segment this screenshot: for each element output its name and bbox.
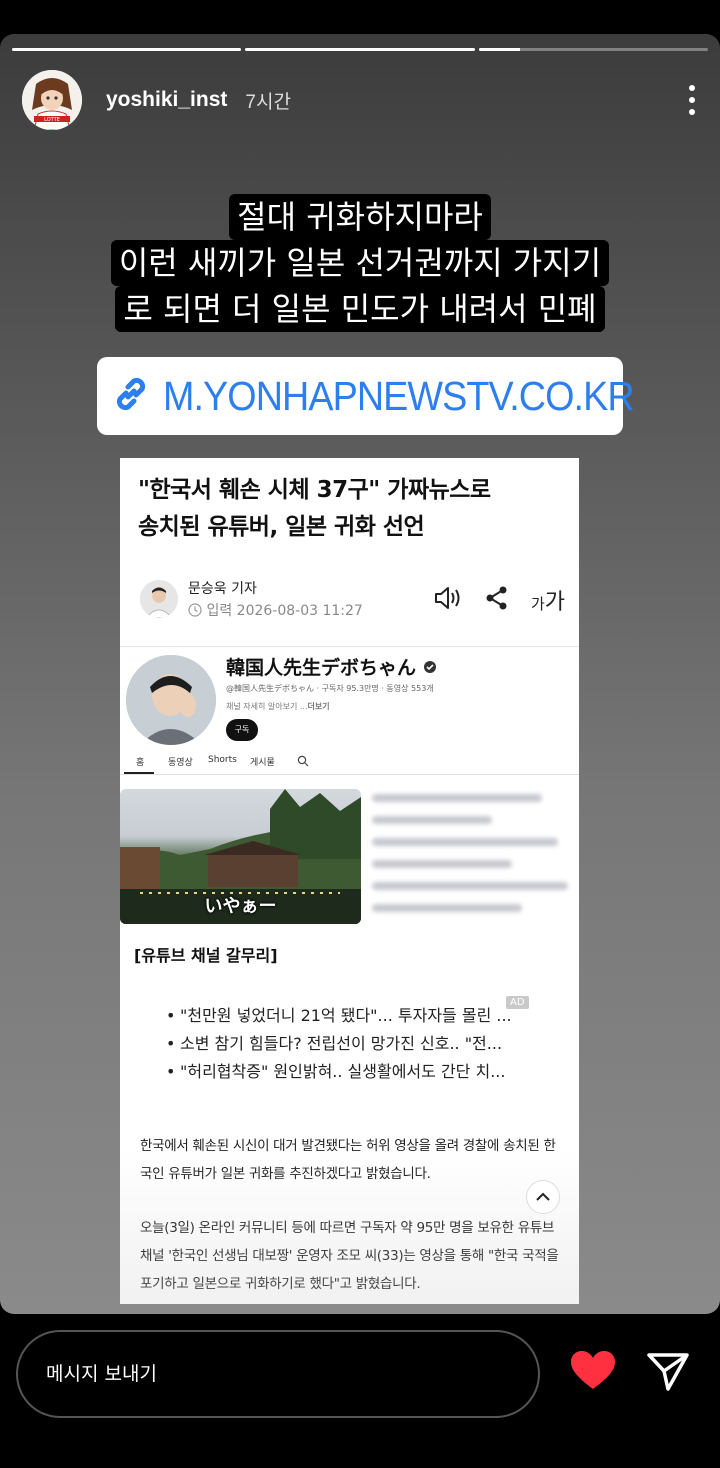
blurred-video-info (372, 794, 572, 926)
video-thumbnail: いやぁー (120, 789, 361, 924)
channel-description: 채널 자세히 알아보기 ...더보기 (226, 701, 330, 712)
channel-tabs: 홈 동영상 Shorts 게시물 (120, 755, 579, 777)
caption-line-1: 절대 귀화하지마라 (229, 194, 491, 240)
avatar-logo-text: LOTTE (44, 117, 60, 123)
related-link: 소변 참기 힘들다? 전립선이 망가진 신호.. "전... (166, 1030, 566, 1058)
font-size-big: 가 (544, 590, 565, 615)
story-caption: 절대 귀화하지마라 이런 새끼가 일본 선거권까지 가지기 로 되면 더 일본 … (0, 194, 720, 332)
channel-tab-posts: 게시물 (250, 758, 275, 768)
caption-line-2: 이런 새끼가 일본 선거권까지 가지기 (110, 240, 610, 286)
related-link: "천만원 넣었더니 21억 됐다"... 투자자들 몰린 ... (166, 1002, 566, 1030)
article-headline: "한국서 훼손 시체 37구" 가짜뉴스로 송치된 유튜버, 일본 귀화 선언 (138, 472, 558, 546)
heart-icon[interactable] (570, 1350, 616, 1394)
article-screenshot: "한국서 훼손 시체 37구" 가짜뉴스로 송치된 유튜버, 일본 귀화 선언 … (120, 458, 579, 1304)
channel-handle: @韓国人先生デボちゃん · 구독자 95.3만명 · 동영상 553개 (226, 684, 434, 693)
progress-segment-1 (12, 48, 242, 51)
font-size-small: 가 (530, 595, 545, 613)
link-sticker[interactable]: M.YONHAPNEWSTV.CO.KR (97, 357, 635, 435)
channel-title: 韓国人先生デボちゃん (226, 653, 437, 680)
reporter-row: 문승욱 기자 입력 2026-08-03 11:27 가가 (140, 574, 565, 624)
article-paragraph-1: 한국에서 훼손된 시신이 대거 발견됐다는 허위 영상을 올려 경찰에 송치된 … (140, 1132, 564, 1188)
share-icon[interactable] (485, 585, 509, 615)
reporter-avatar (140, 580, 178, 618)
more-options-icon[interactable] (686, 85, 698, 115)
channel-tab-videos: 동영상 (168, 758, 193, 768)
story-progress (12, 48, 708, 51)
chevron-up-icon (536, 1192, 550, 1201)
reply-bar: 메시지 보내기 (0, 1314, 720, 1468)
related-links: "천만원 넣었더니 21억 됐다"... 투자자들 몰린 ... 소변 참기 힘… (166, 1002, 566, 1086)
publish-date: 입력 2026-08-03 11:27 (188, 600, 363, 620)
related-link: "허리협착증" 원인밝혀.. 실생활에서도 간단 치... (166, 1058, 566, 1086)
scroll-top-button (526, 1180, 560, 1214)
send-icon[interactable] (646, 1352, 690, 1396)
progress-segment-3 (478, 48, 708, 51)
message-input[interactable]: 메시지 보내기 (16, 1330, 540, 1418)
article-tools: 가가 (433, 584, 565, 616)
channel-title-text: 韓国人先生デボちゃん (226, 657, 417, 679)
story-header: LOTTE yoshiki_inst 7시간 (22, 70, 698, 130)
channel-more-link: 더보기 (307, 702, 330, 711)
verified-icon (423, 661, 436, 673)
channel-description-text: 채널 자세히 알아보기 ... (226, 702, 308, 711)
youtube-channel-capture: 韓国人先生デボちゃん @韓国人先生デボちゃん · 구독자 95.3만명 · 동영… (120, 646, 579, 766)
subscribe-button: 구독 (226, 719, 258, 741)
font-size-button[interactable]: 가가 (531, 584, 565, 616)
avatar[interactable]: LOTTE (22, 70, 82, 130)
paragraph-line: 포기하고 일본으로 귀화하기로 했다"고 밝혔습니다. (140, 1276, 421, 1292)
paragraph-line: 채널 '한국인 선생님 대보짱' 운영자 조모 씨(33)는 영상을 통해 "한… (140, 1248, 559, 1264)
caption-line-3: 로 되면 더 일본 민도가 내려서 민폐 (115, 286, 605, 332)
article-paragraph-2: 오늘(3일) 온라인 커뮤니티 등에 따르면 구독자 약 95만 명을 보유한 … (140, 1214, 564, 1298)
image-caption: [유튜브 채널 갈무리] (134, 946, 278, 965)
progress-segment-2 (245, 48, 475, 51)
paragraph-line: 한국에서 훼손된 시신이 대거 발견됐다는 허위 영상을 올려 경찰에 송치된 … (140, 1138, 556, 1154)
channel-tab-shorts: Shorts (208, 755, 237, 765)
link-icon (109, 372, 153, 420)
reporter-name: 문승욱 기자 (188, 581, 257, 597)
speaker-icon[interactable] (433, 585, 463, 615)
story-viewer[interactable]: LOTTE yoshiki_inst 7시간 절대 귀화하지마라 이런 새끼가 … (0, 34, 720, 1314)
publish-date-text: 입력 2026-08-03 11:27 (206, 603, 363, 619)
headline-line-1: "한국서 훼손 시체 37구" 가짜뉴스로 (138, 477, 491, 503)
post-time: 7시간 (245, 91, 291, 113)
headline-line-2: 송치된 유튜버, 일본 귀화 선언 (138, 514, 425, 540)
channel-tab-home: 홈 (136, 758, 145, 768)
link-url: M.YONHAPNEWSTV.CO.KR (163, 372, 635, 419)
paragraph-line: 국인 유튜버가 일본 귀화를 추진하겠다고 밝혔습니다. (140, 1166, 431, 1182)
paragraph-line: 오늘(3일) 온라인 커뮤니티 등에 따르면 구독자 약 95만 명을 보유한 … (140, 1220, 555, 1236)
channel-avatar (126, 655, 216, 745)
username[interactable]: yoshiki_inst (106, 88, 227, 112)
clock-icon (188, 603, 202, 617)
thumbnail-caption: いやぁー (204, 896, 277, 917)
channel-search-icon (297, 755, 309, 767)
